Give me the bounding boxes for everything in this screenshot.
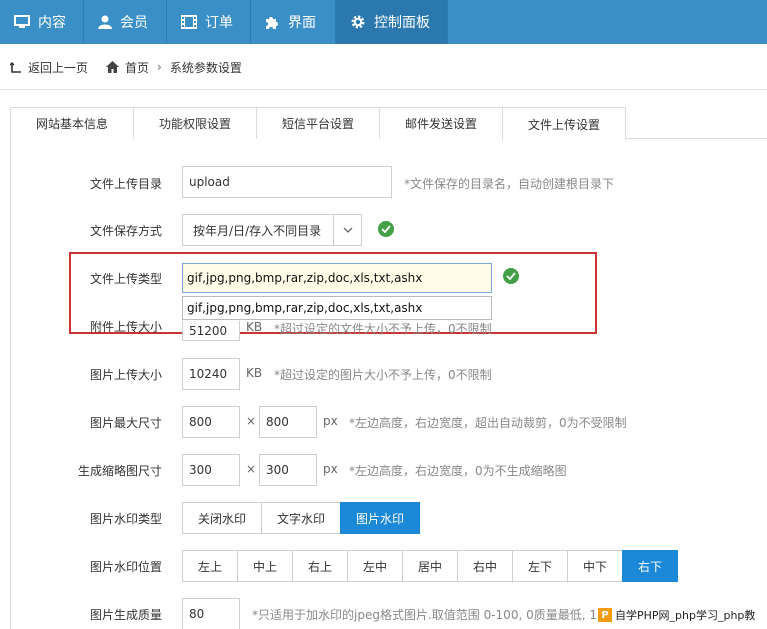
file-types-check-icon xyxy=(503,268,519,284)
tab-label: 短信平台设置 xyxy=(281,117,354,131)
pos-top-left-button[interactable]: 左上 xyxy=(182,550,238,582)
upload-dir-hint: *文件保存的目录名，自动创建根目录下 xyxy=(404,177,615,191)
php-logo-icon: P xyxy=(598,608,612,622)
watermark-pos-group: 左上 中上 右上 左中 居中 右中 左下 中下 右下 xyxy=(182,550,678,582)
nav-label: 会员 xyxy=(120,15,148,31)
pos-center-button[interactable]: 居中 xyxy=(402,550,458,582)
tab-label: 邮件发送设置 xyxy=(404,117,477,131)
nav-item-control-panel[interactable]: 控制面板 xyxy=(336,0,448,44)
watermark-pos-label: 图片水印位置 xyxy=(89,560,162,574)
attach-size-unit: KB xyxy=(246,320,263,334)
user-icon xyxy=(98,15,112,29)
image-max-height-input[interactable]: 800 xyxy=(182,406,240,438)
film-icon xyxy=(181,15,197,29)
thumb-unit: px xyxy=(323,462,338,476)
gear-icon xyxy=(351,15,365,29)
nav-label: 界面 xyxy=(288,15,316,31)
nav-filler xyxy=(448,0,767,44)
tab-email[interactable]: 邮件发送设置 xyxy=(379,107,503,139)
puzzle-icon xyxy=(266,16,278,29)
file-types-input[interactable]: gif,jpg,png,bmp,rar,zip,doc,xls,txt,ashx xyxy=(182,263,492,293)
attach-size-label: 附件上传大小 xyxy=(89,320,162,334)
settings-tabs: 网站基本信息 功能权限设置 短信平台设置 邮件发送设置 文件上传设置 xyxy=(10,107,767,140)
image-size-input[interactable]: 10240 xyxy=(182,358,240,390)
image-max-unit: px xyxy=(323,414,338,428)
nav-item-interface[interactable]: 界面 xyxy=(251,0,336,44)
thumb-width-input[interactable]: 300 xyxy=(259,454,317,486)
attach-size-hint: *超过设定的文件大小不予上传，0不限制 xyxy=(274,322,492,336)
watermark-text-button[interactable]: 文字水印 xyxy=(261,502,341,534)
back-link[interactable]: 返回上一页 xyxy=(28,59,88,76)
monitor-icon xyxy=(14,15,30,28)
quality-input[interactable]: 80 xyxy=(182,598,240,629)
pos-middle-left-button[interactable]: 左中 xyxy=(347,550,403,582)
quality-hint: *只适用于加水印的jpeg格式图片.取值范围 0-100, 0质量最低, 10 xyxy=(252,608,597,622)
image-size-hint: *超过设定的图片大小不予上传，0不限制 xyxy=(274,368,492,382)
home-icon xyxy=(106,61,120,73)
nav-item-members[interactable]: 会员 xyxy=(84,0,167,44)
watermark-off-button[interactable]: 关闭水印 xyxy=(182,502,262,534)
nav-item-orders[interactable]: 订单 xyxy=(167,0,251,44)
pos-top-center-button[interactable]: 中上 xyxy=(237,550,293,582)
tab-file-upload[interactable]: 文件上传设置 xyxy=(502,107,626,140)
image-size-unit: KB xyxy=(246,366,263,380)
image-size-label: 图片上传大小 xyxy=(89,368,162,382)
upload-dir-input[interactable]: upload xyxy=(182,166,392,198)
times-sign: × xyxy=(246,414,257,428)
breadcrumb-current: 系统参数设置 xyxy=(169,60,242,75)
pos-middle-right-button[interactable]: 右中 xyxy=(457,550,513,582)
chevron-down-icon xyxy=(333,215,361,245)
save-mode-label: 文件保存方式 xyxy=(89,224,162,238)
thumb-label: 生成缩略图尺寸 xyxy=(77,464,162,478)
tab-site-info[interactable]: 网站基本信息 xyxy=(10,107,134,139)
tab-label: 网站基本信息 xyxy=(35,117,108,131)
home-link[interactable]: 首页 xyxy=(125,59,149,76)
image-max-label: 图片最大尺寸 xyxy=(89,416,162,430)
thumb-hint: *左边高度，右边宽度，0为不生成缩略图 xyxy=(349,464,567,478)
times-sign: × xyxy=(246,462,257,476)
tab-label: 功能权限设置 xyxy=(158,117,231,131)
nav-label: 订单 xyxy=(205,15,233,31)
back-arrow-icon xyxy=(10,61,22,73)
tab-label: 文件上传设置 xyxy=(527,117,600,132)
chevron-right-icon: › xyxy=(157,60,162,74)
watermark-text: 自学PHP网_php学习_php教 xyxy=(615,609,756,622)
quality-label: 图片生成质量 xyxy=(89,608,162,622)
pos-bottom-left-button[interactable]: 左下 xyxy=(512,550,568,582)
breadcrumb: 返回上一页 首页 › 系统参数设置 xyxy=(10,58,242,76)
top-nav: 内容 会员 订单 界面 控制面板 xyxy=(0,0,767,44)
pos-top-right-button[interactable]: 右上 xyxy=(292,550,348,582)
nav-item-content[interactable]: 内容 xyxy=(0,0,84,44)
watermark-type-group: 关闭水印 文字水印 图片水印 xyxy=(182,502,420,534)
watermark-type-label: 图片水印类型 xyxy=(89,512,162,526)
autocomplete-suggestion[interactable]: gif,jpg,png,bmp,rar,zip,doc,xls,txt,ashx xyxy=(182,296,492,320)
watermark-image-button[interactable]: 图片水印 xyxy=(340,502,420,534)
attach-size-input[interactable]: 51200 xyxy=(182,321,240,341)
site-watermark: P 自学PHP网_php学习_php教 xyxy=(598,604,767,626)
upload-dir-label: 文件上传目录 xyxy=(89,177,162,191)
image-max-width-input[interactable]: 800 xyxy=(259,406,317,438)
save-mode-check-icon xyxy=(378,221,394,237)
pos-bottom-right-button[interactable]: 右下 xyxy=(622,550,678,582)
divider xyxy=(0,89,767,90)
nav-label: 控制面板 xyxy=(374,15,430,31)
nav-label: 内容 xyxy=(38,15,66,31)
file-types-label: 文件上传类型 xyxy=(89,272,162,286)
image-max-hint: *左边高度，右边宽度，超出自动裁剪，0为不受限制 xyxy=(349,416,627,430)
save-mode-select[interactable]: 按年月/日/存入不同目录 xyxy=(182,214,362,246)
save-mode-value: 按年月/日/存入不同目录 xyxy=(193,223,322,238)
pos-bottom-center-button[interactable]: 中下 xyxy=(567,550,623,582)
tab-sms[interactable]: 短信平台设置 xyxy=(256,107,380,139)
thumb-height-input[interactable]: 300 xyxy=(182,454,240,486)
tab-permissions[interactable]: 功能权限设置 xyxy=(133,107,257,139)
